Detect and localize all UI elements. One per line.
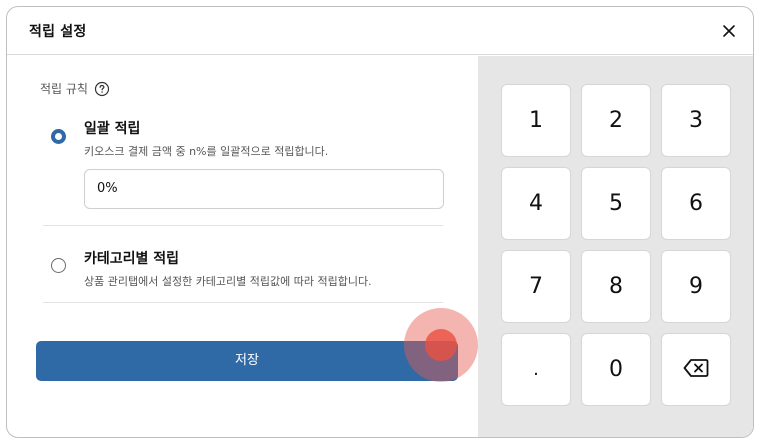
backspace-icon: [683, 359, 709, 377]
key-2[interactable]: 2: [581, 84, 651, 157]
rate-input[interactable]: 0%: [84, 169, 444, 209]
dialog-title: 적립 설정: [29, 24, 87, 40]
option-category-description: 상품 관리탭에서 설정한 카테고리별 적립값에 따라 적립합니다.: [84, 275, 372, 288]
key-3[interactable]: 3: [661, 84, 731, 157]
divider: [43, 302, 443, 303]
key-6[interactable]: 6: [661, 167, 731, 240]
rule-panel: 적립 규칙 일괄 적립 키오스크 결제 금액 중 n%를 일괄적으로 적립합니다…: [7, 56, 477, 437]
key-9[interactable]: 9: [661, 250, 731, 323]
key-5[interactable]: 5: [581, 167, 651, 240]
key-8[interactable]: 8: [581, 250, 651, 323]
rule-label: 적립 규칙: [40, 82, 88, 96]
option-bulk-title: 일괄 적립: [84, 121, 141, 137]
dialog-header: 적립 설정: [7, 7, 753, 55]
key-0[interactable]: 0: [581, 333, 651, 406]
close-icon[interactable]: [717, 19, 741, 43]
key-7[interactable]: 7: [501, 250, 571, 323]
touch-indicator-dot: [425, 329, 457, 361]
key-1[interactable]: 1: [501, 84, 571, 157]
question-circle-icon[interactable]: [94, 81, 110, 97]
backspace-key[interactable]: [661, 333, 731, 406]
option-category-title: 카테고리별 적립: [84, 251, 180, 267]
option-category: 카테고리별 적립 상품 관리탭에서 설정한 카테고리별 적립값에 따라 적립합니…: [43, 242, 443, 302]
settings-dialog: 적립 설정 적립 규칙 일괄 적립 키오스크 결제 금액 중 n%를 일괄적으로…: [6, 6, 754, 438]
save-button[interactable]: 저장: [36, 341, 458, 381]
key-4[interactable]: 4: [501, 167, 571, 240]
rule-section-label: 적립 규칙: [40, 80, 110, 97]
key-decimal[interactable]: .: [501, 333, 571, 406]
option-bulk-description: 키오스크 결제 금액 중 n%를 일괄적으로 적립합니다.: [84, 145, 329, 158]
divider: [43, 225, 443, 226]
radio-category[interactable]: [51, 258, 66, 273]
radio-bulk[interactable]: [51, 129, 66, 144]
numeric-keypad: 1 2 3 4 5 6 7 8 9 . 0: [478, 56, 753, 437]
